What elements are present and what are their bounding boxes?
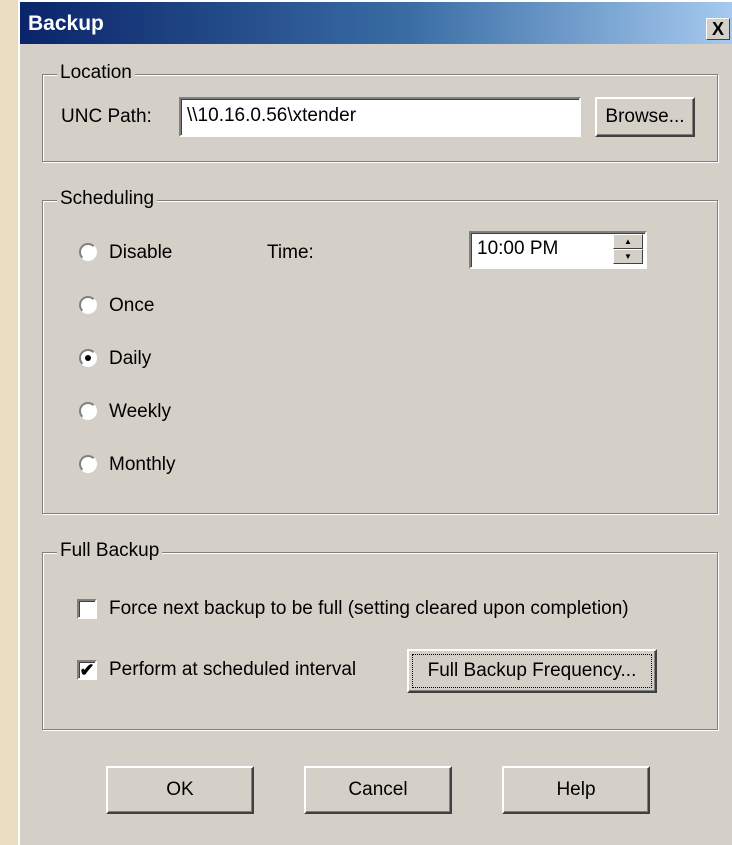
cancel-button[interactable]: Cancel bbox=[304, 766, 452, 814]
radio-label-once: Once bbox=[109, 295, 155, 316]
close-icon: X bbox=[711, 19, 724, 39]
force-full-checkbox[interactable] bbox=[77, 599, 97, 619]
radio-selected-dot bbox=[85, 355, 91, 361]
radio-label-daily: Daily bbox=[109, 348, 152, 369]
browse-button[interactable]: Browse... bbox=[595, 97, 695, 137]
unc-path-input[interactable]: \\10.16.0.56\xtender bbox=[179, 97, 581, 137]
location-legend: Location bbox=[57, 61, 135, 85]
close-button[interactable]: X bbox=[706, 18, 730, 40]
radio-button-disable[interactable] bbox=[79, 243, 97, 261]
spin-up-icon[interactable]: ▲ bbox=[613, 234, 643, 249]
full-backup-group: Full Backup Force next backup to be full… bbox=[42, 539, 718, 730]
full-backup-frequency-button[interactable]: Full Backup Frequency... bbox=[407, 649, 657, 693]
perform-interval-label: Perform at scheduled interval bbox=[109, 659, 357, 680]
help-button[interactable]: Help bbox=[502, 766, 650, 814]
radio-button-weekly[interactable] bbox=[79, 402, 97, 420]
full-backup-legend: Full Backup bbox=[57, 539, 163, 563]
unc-path-label: UNC Path: bbox=[61, 106, 152, 127]
checkmark-icon: ✔ bbox=[79, 660, 95, 680]
force-full-label: Force next backup to be full (setting cl… bbox=[109, 598, 629, 619]
time-label: Time: bbox=[267, 242, 314, 263]
radio-button-daily[interactable] bbox=[79, 349, 97, 367]
location-group: Location UNC Path: \\10.16.0.56\xtender … bbox=[42, 61, 718, 162]
scheduling-legend: Scheduling bbox=[57, 187, 158, 211]
scheduling-group: Scheduling Disable Once Daily Weekly Mon… bbox=[42, 187, 718, 514]
radio-label-monthly: Monthly bbox=[109, 454, 176, 475]
window-title: Backup bbox=[28, 12, 104, 35]
radio-label-disable: Disable bbox=[109, 242, 173, 263]
radio-button-monthly[interactable] bbox=[79, 455, 97, 473]
backup-dialog: Backup X Location UNC Path: \\10.16.0.56… bbox=[18, 0, 732, 845]
radio-label-weekly: Weekly bbox=[109, 401, 171, 422]
perform-interval-checkbox[interactable]: ✔ bbox=[77, 660, 97, 680]
spin-down-icon[interactable]: ▼ bbox=[613, 249, 643, 264]
radio-button-once[interactable] bbox=[79, 296, 97, 314]
ok-button[interactable]: OK bbox=[106, 766, 254, 814]
time-picker[interactable]: 10:00 PM ▲ ▼ bbox=[469, 231, 647, 269]
title-bar[interactable]: Backup X bbox=[20, 2, 732, 44]
